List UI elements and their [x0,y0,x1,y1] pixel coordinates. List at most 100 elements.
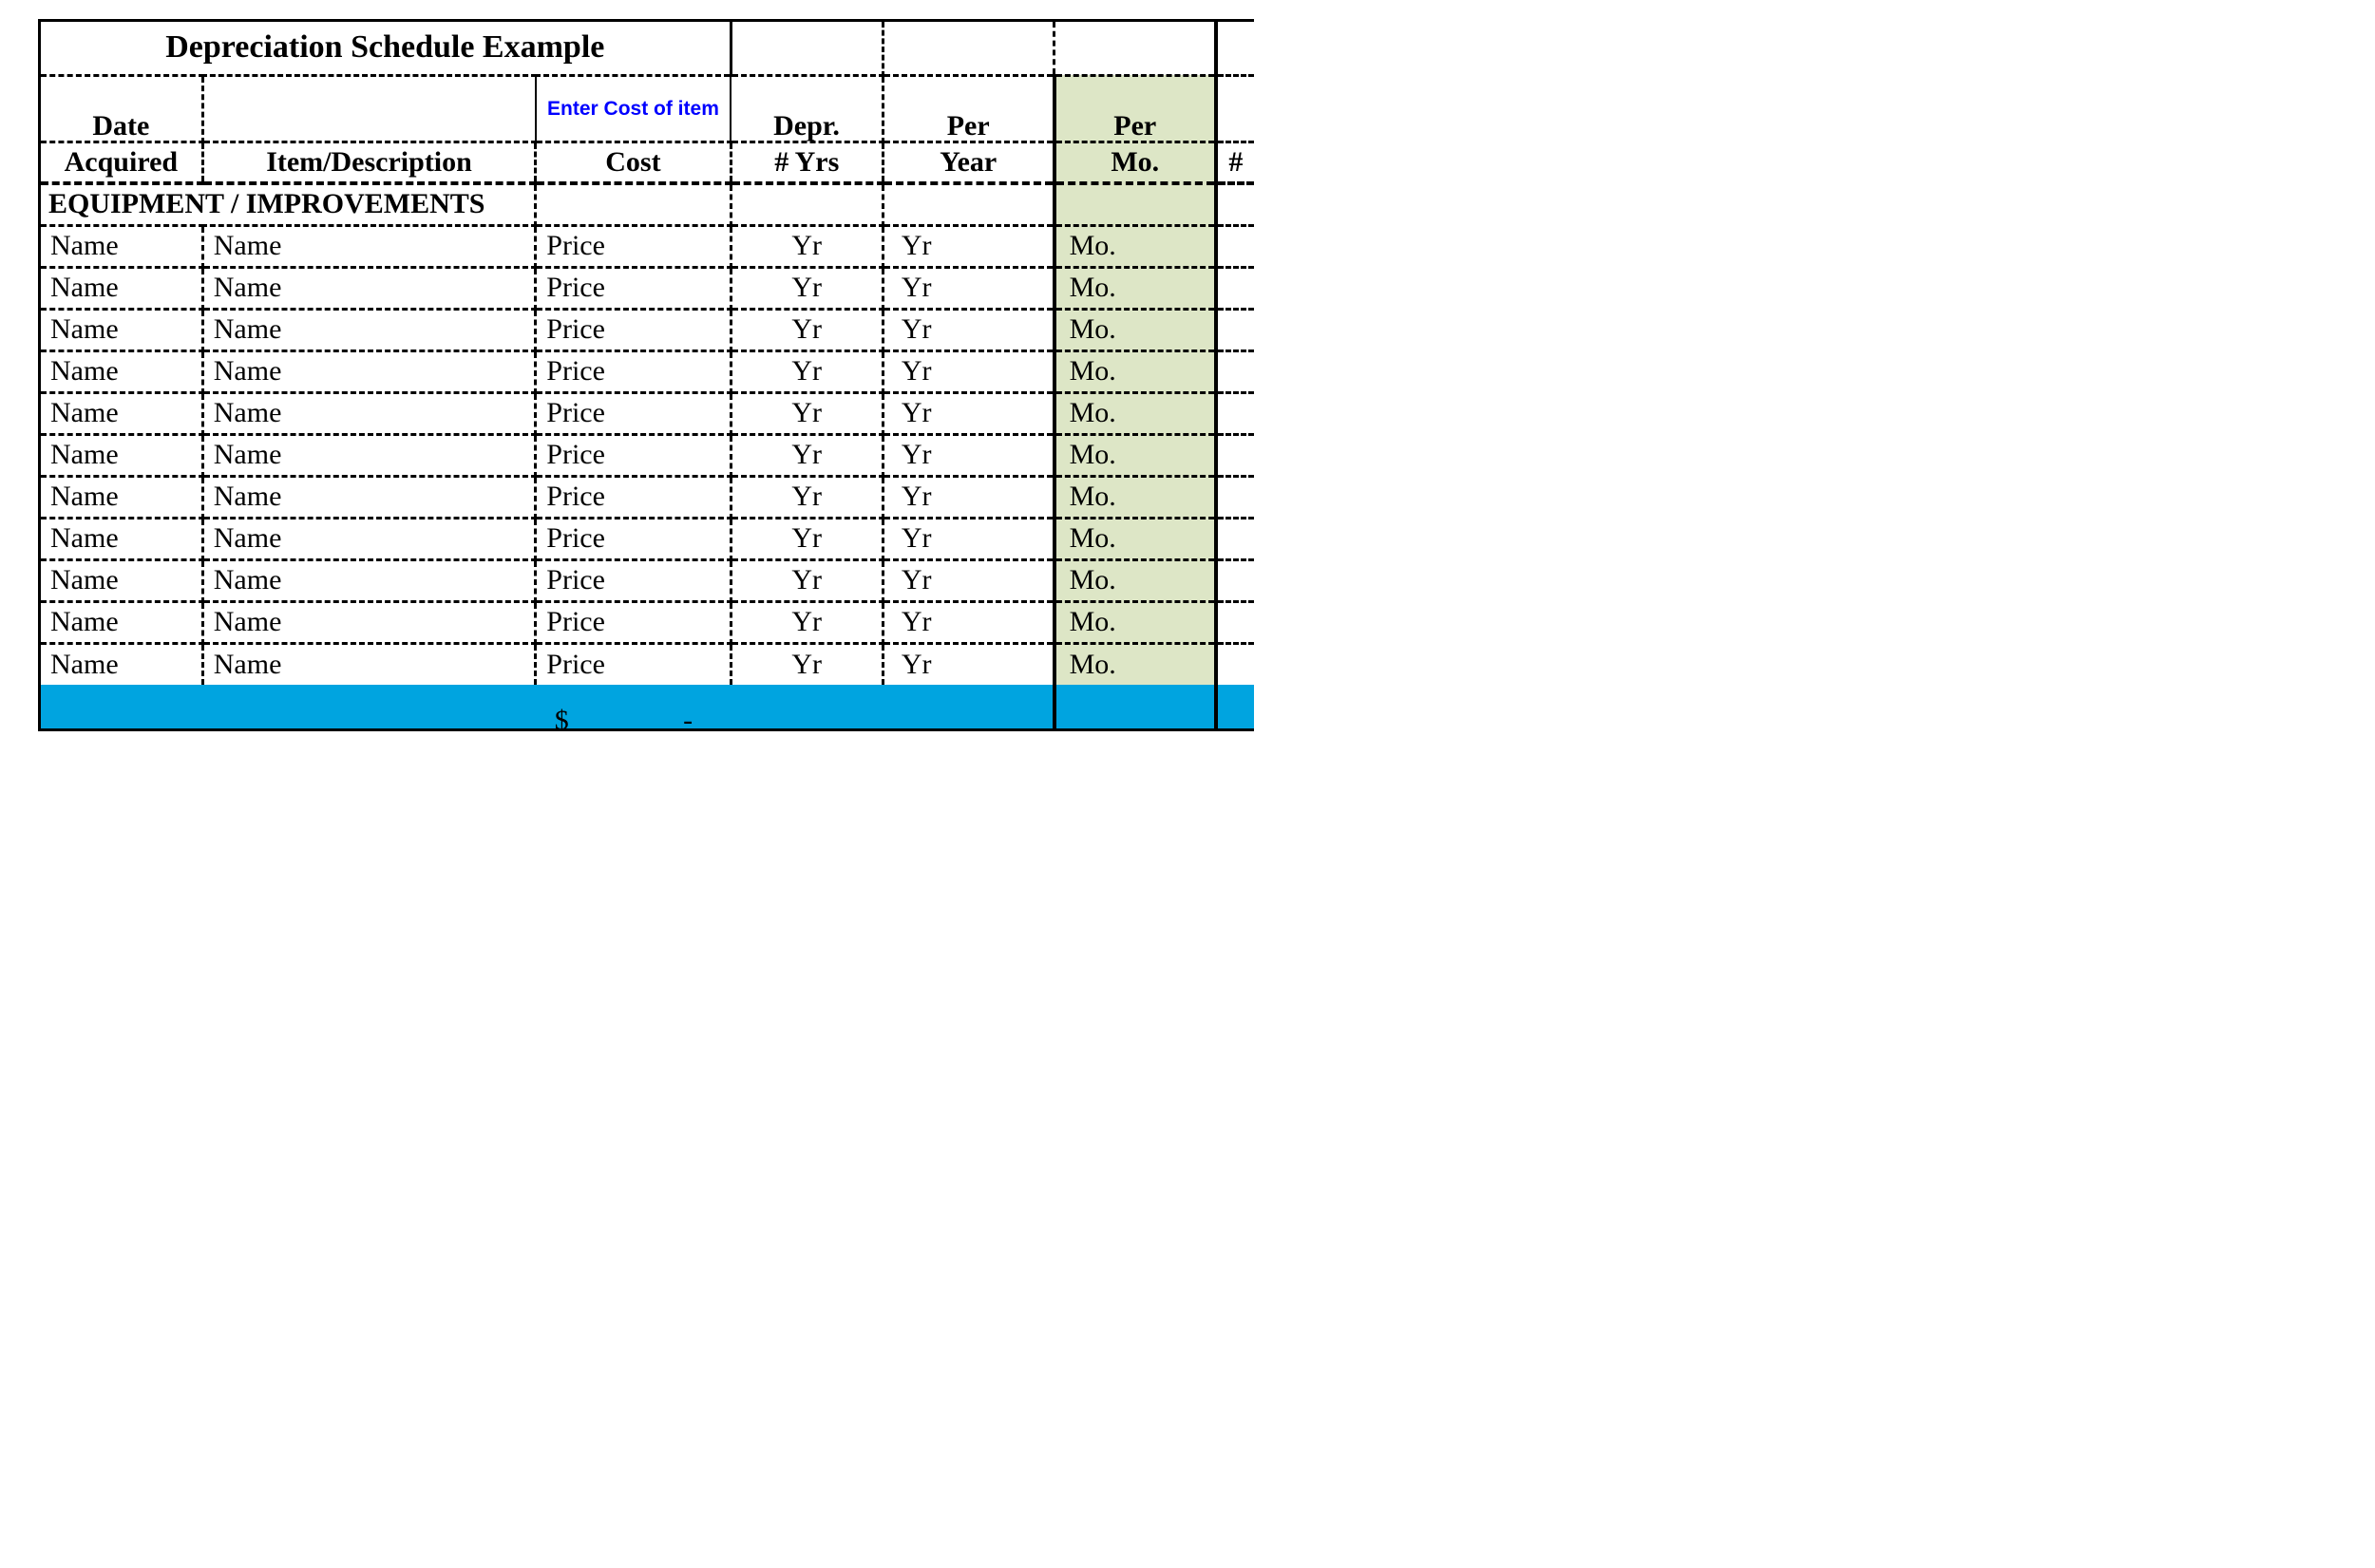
cell-date[interactable]: Name [41,267,202,309]
total-row: $ - [41,685,1254,728]
cell-date[interactable]: Name [41,392,202,434]
cell-cost[interactable]: Price [536,309,731,350]
cell-extra[interactable] [1216,309,1254,350]
cell-mo[interactable]: Mo. [1054,559,1216,601]
cell-year[interactable]: Yr [883,601,1054,643]
cell-extra[interactable] [1216,267,1254,309]
cell-date[interactable]: Name [41,309,202,350]
cell-depr[interactable]: Yr [731,350,883,392]
cell-depr[interactable]: Yr [731,434,883,476]
cell-year[interactable]: Yr [883,643,1054,685]
cell-year[interactable]: Yr [883,309,1054,350]
cell-desc[interactable]: Name [202,350,536,392]
table-row[interactable]: NameNamePriceYrYrMo. [41,476,1254,518]
cell-year[interactable]: Yr [883,225,1054,267]
cell-cost[interactable]: Price [536,643,731,685]
col-date-top: Date [41,75,202,142]
cell-mo[interactable]: Mo. [1054,643,1216,685]
cell-extra[interactable] [1216,643,1254,685]
cell-cost[interactable]: Price [536,601,731,643]
cell-date[interactable]: Name [41,225,202,267]
cell-depr[interactable]: Yr [731,518,883,559]
table-row[interactable]: NameNamePriceYrYrMo. [41,392,1254,434]
cell-mo[interactable]: Mo. [1054,309,1216,350]
depreciation-schedule: Depreciation Schedule Example Date Enter… [38,19,1254,731]
col-depr-top: Depr. [731,75,883,142]
table-row[interactable]: NameNamePriceYrYrMo. [41,434,1254,476]
cell-date[interactable]: Name [41,643,202,685]
cell-date[interactable]: Name [41,518,202,559]
table-row[interactable]: NameNamePriceYrYrMo. [41,225,1254,267]
table-row[interactable]: NameNamePriceYrYrMo. [41,350,1254,392]
cell-cost[interactable]: Price [536,476,731,518]
cell-cost[interactable]: Price [536,350,731,392]
cell-year[interactable]: Yr [883,559,1054,601]
cell-mo[interactable]: Mo. [1054,518,1216,559]
cell-depr[interactable]: Yr [731,643,883,685]
table-row[interactable]: NameNamePriceYrYrMo. [41,267,1254,309]
cell-depr[interactable]: Yr [731,476,883,518]
cell-extra[interactable] [1216,476,1254,518]
cell-depr[interactable]: Yr [731,309,883,350]
cell-extra[interactable] [1216,559,1254,601]
table-row[interactable]: NameNamePriceYrYrMo. [41,559,1254,601]
cell-desc[interactable]: Name [202,518,536,559]
cell-desc[interactable]: Name [202,559,536,601]
cell-desc[interactable]: Name [202,267,536,309]
col-mo-top: Per [1054,75,1216,142]
cell-date[interactable]: Name [41,350,202,392]
cell-desc[interactable]: Name [202,601,536,643]
cell-year[interactable]: Yr [883,350,1054,392]
cell-mo[interactable]: Mo. [1054,392,1216,434]
cell-year[interactable]: Yr [883,267,1054,309]
cell-extra[interactable] [1216,392,1254,434]
col-depr-bot: # Yrs [731,142,883,183]
cell-cost[interactable]: Price [536,225,731,267]
table-row[interactable]: NameNamePriceYrYrMo. [41,518,1254,559]
cell-cost[interactable]: Price [536,392,731,434]
cell-desc[interactable]: Name [202,309,536,350]
col-hash: # [1216,142,1254,183]
cell-date[interactable]: Name [41,476,202,518]
cell-depr[interactable]: Yr [731,392,883,434]
page-title: Depreciation Schedule Example [41,22,731,75]
table-row[interactable]: NameNamePriceYrYrMo. [41,309,1254,350]
cell-desc[interactable]: Name [202,225,536,267]
cell-depr[interactable]: Yr [731,225,883,267]
cell-extra[interactable] [1216,601,1254,643]
cell-desc[interactable]: Name [202,643,536,685]
cell-mo[interactable]: Mo. [1054,601,1216,643]
cell-cost[interactable]: Price [536,559,731,601]
cell-year[interactable]: Yr [883,434,1054,476]
cell-mo[interactable]: Mo. [1054,267,1216,309]
cell-cost[interactable]: Price [536,267,731,309]
cell-desc[interactable]: Name [202,434,536,476]
cell-desc[interactable]: Name [202,392,536,434]
cell-cost[interactable]: Price [536,434,731,476]
cell-depr[interactable]: Yr [731,601,883,643]
cost-hint: Enter Cost of item [536,75,731,142]
cell-desc[interactable]: Name [202,476,536,518]
table-row[interactable]: NameNamePriceYrYrMo. [41,643,1254,685]
cell-date[interactable]: Name [41,434,202,476]
cell-extra[interactable] [1216,350,1254,392]
table-row[interactable]: NameNamePriceYrYrMo. [41,601,1254,643]
cell-extra[interactable] [1216,434,1254,476]
cell-cost[interactable]: Price [536,518,731,559]
cell-depr[interactable]: Yr [731,267,883,309]
col-per-bot: Year [883,142,1054,183]
total-value: - [683,707,693,731]
cell-extra[interactable] [1216,518,1254,559]
cell-date[interactable]: Name [41,601,202,643]
cell-year[interactable]: Yr [883,476,1054,518]
cell-year[interactable]: Yr [883,518,1054,559]
cell-depr[interactable]: Yr [731,559,883,601]
cell-mo[interactable]: Mo. [1054,476,1216,518]
cell-mo[interactable]: Mo. [1054,225,1216,267]
cell-mo[interactable]: Mo. [1054,434,1216,476]
col-mo-bot: Mo. [1054,142,1216,183]
cell-date[interactable]: Name [41,559,202,601]
cell-year[interactable]: Yr [883,392,1054,434]
cell-mo[interactable]: Mo. [1054,350,1216,392]
cell-extra[interactable] [1216,225,1254,267]
